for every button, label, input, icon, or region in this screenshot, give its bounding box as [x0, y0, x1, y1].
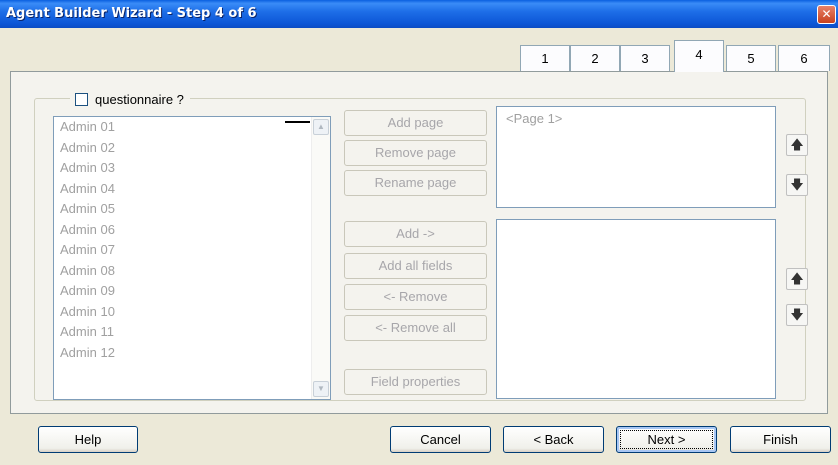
list-item[interactable]: Admin 07 — [54, 240, 310, 261]
close-icon: ✕ — [821, 7, 832, 21]
questionnaire-checkbox-row[interactable]: questionnaire ? — [70, 89, 190, 109]
fields-scrollbar[interactable]: ▲ ▼ — [285, 117, 330, 399]
move-field-down-button[interactable]: 🡇 — [786, 304, 808, 326]
finish-button[interactable]: Finish — [730, 426, 831, 453]
next-button[interactable]: Next > — [616, 426, 717, 453]
list-item[interactable]: Admin 10 — [54, 302, 310, 323]
scroll-down-button[interactable]: ▼ — [313, 381, 329, 397]
list-item[interactable]: Admin 11 — [54, 322, 310, 343]
list-item[interactable]: Admin 04 — [54, 179, 310, 200]
move-field-up-button[interactable]: 🡅 — [786, 268, 808, 290]
back-button[interactable]: < Back — [503, 426, 604, 453]
list-item[interactable]: Admin 01 — [54, 117, 310, 138]
list-top-marker — [285, 121, 310, 123]
list-item[interactable]: Admin 02 — [54, 138, 310, 159]
rename-page-button[interactable]: Rename page — [344, 170, 487, 196]
move-page-up-button[interactable]: 🡅 — [786, 134, 808, 156]
tab-4[interactable]: 4 — [674, 40, 724, 72]
fields-list-items: Admin 01 Admin 02 Admin 03 Admin 04 Admi… — [54, 117, 310, 399]
remove-field-button[interactable]: <- Remove — [344, 284, 487, 310]
list-item[interactable]: Admin 05 — [54, 199, 310, 220]
tab-5[interactable]: 5 — [726, 45, 776, 71]
page-item[interactable]: <Page 1> — [497, 107, 775, 126]
questionnaire-label: questionnaire ? — [95, 91, 184, 107]
scroll-up-button[interactable]: ▲ — [313, 119, 329, 135]
close-button[interactable]: ✕ — [817, 5, 836, 24]
page-fields-listbox[interactable] — [496, 219, 776, 399]
pages-listbox[interactable]: <Page 1> — [496, 106, 776, 208]
cancel-button[interactable]: Cancel — [390, 426, 491, 453]
wizard-window: Agent Builder Wizard - Step 4 of 6 ✕ 1 2… — [0, 0, 838, 465]
move-page-down-button[interactable]: 🡇 — [786, 174, 808, 196]
list-item[interactable]: Admin 03 — [54, 158, 310, 179]
tab-3[interactable]: 3 — [620, 45, 670, 71]
add-all-fields-button[interactable]: Add all fields — [344, 253, 487, 279]
questionnaire-checkbox[interactable] — [75, 92, 88, 106]
remove-page-button[interactable]: Remove page — [344, 140, 487, 166]
title-bar[interactable]: Agent Builder Wizard - Step 4 of 6 ✕ — [0, 0, 838, 28]
add-page-button[interactable]: Add page — [344, 110, 487, 136]
arrow-down-icon: 🡇 — [790, 307, 804, 322]
chevron-up-icon: ▲ — [317, 122, 325, 131]
chevron-down-icon: ▼ — [317, 384, 325, 393]
list-item[interactable]: Admin 06 — [54, 220, 310, 241]
tab-2[interactable]: 2 — [570, 45, 620, 71]
tab-6[interactable]: 6 — [778, 45, 830, 71]
add-field-button[interactable]: Add -> — [344, 221, 487, 247]
list-item[interactable]: Admin 08 — [54, 261, 310, 282]
fields-listbox[interactable]: Admin 01 Admin 02 Admin 03 Admin 04 Admi… — [53, 116, 331, 400]
field-properties-button[interactable]: Field properties — [344, 369, 487, 395]
remove-all-fields-button[interactable]: <- Remove all — [344, 315, 487, 341]
arrow-up-icon: 🡅 — [790, 137, 804, 152]
help-button[interactable]: Help — [38, 426, 138, 453]
arrow-down-icon: 🡇 — [790, 177, 804, 192]
list-item[interactable]: Admin 12 — [54, 343, 310, 364]
arrow-up-icon: 🡅 — [790, 271, 804, 286]
tab-1[interactable]: 1 — [520, 45, 570, 71]
window-title: Agent Builder Wizard - Step 4 of 6 — [6, 6, 257, 21]
list-item[interactable]: Admin 09 — [54, 281, 310, 302]
